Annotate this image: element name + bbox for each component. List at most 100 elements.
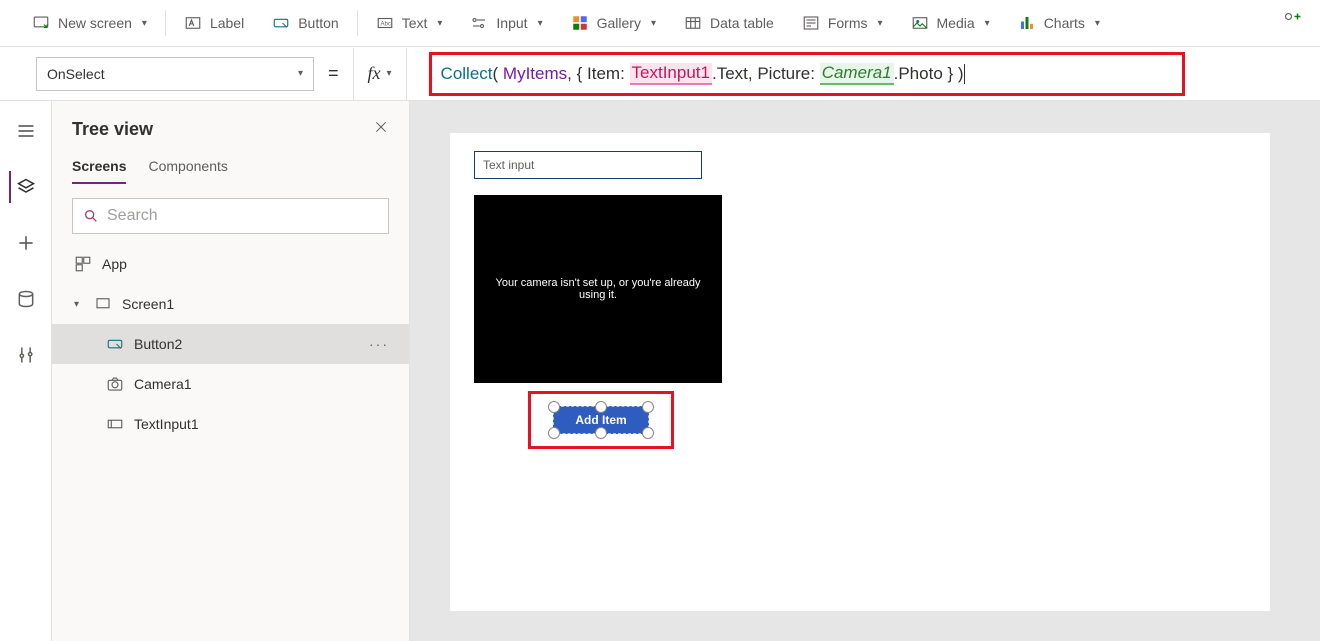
resize-handle[interactable] (548, 427, 560, 439)
resize-handle[interactable] (642, 427, 654, 439)
button-text: Button (298, 15, 338, 31)
gallery-button[interactable]: Gallery ▾ (557, 0, 670, 46)
app-icon (74, 255, 92, 273)
chevron-down-icon: ▾ (74, 299, 84, 310)
hamburger-button[interactable] (10, 115, 42, 147)
chevron-down-icon: ▾ (651, 18, 656, 29)
media-label: Media (937, 15, 975, 31)
canvas-area[interactable]: Text input Your camera isn't set up, or … (410, 101, 1320, 641)
forms-icon (802, 14, 820, 32)
new-screen-button[interactable]: New screen ▾ (18, 0, 161, 46)
text-button[interactable]: Abc Text ▾ (362, 0, 457, 46)
gallery-label: Gallery (597, 15, 641, 31)
tree-label: Screen1 (122, 296, 174, 312)
search-icon (83, 208, 99, 224)
button-button[interactable]: Button (258, 0, 352, 46)
camera-icon (106, 375, 124, 393)
tree-label: TextInput1 (134, 416, 199, 432)
property-name: OnSelect (47, 66, 105, 82)
tree-view-rail-button[interactable] (9, 171, 41, 203)
tools-icon (16, 345, 36, 365)
resize-handle[interactable] (642, 401, 654, 413)
fx-button[interactable]: fx ▾ (368, 63, 392, 84)
screen-icon (94, 295, 112, 313)
control-text-input[interactable]: Text input (474, 151, 702, 179)
svg-text:Abc: Abc (380, 21, 390, 27)
chevron-down-icon: ▾ (538, 18, 543, 29)
chevron-down-icon: ▾ (298, 68, 303, 79)
token-function: Collect (441, 64, 493, 84)
hamburger-icon (16, 121, 36, 141)
data-table-button[interactable]: Data table (670, 0, 788, 46)
equals-sign: = (328, 63, 339, 84)
data-rail-button[interactable] (10, 283, 42, 315)
tree-item-camera1[interactable]: Camera1 (52, 364, 409, 404)
resize-handle[interactable] (595, 427, 607, 439)
charts-label: Charts (1044, 15, 1085, 31)
tab-components[interactable]: Components (148, 158, 227, 184)
insert-rail-button[interactable] (10, 227, 42, 259)
button-icon (106, 335, 124, 353)
input-button[interactable]: Input ▾ (456, 0, 556, 46)
tree-view-title: Tree view (72, 119, 153, 140)
tree-label: Camera1 (134, 376, 192, 392)
tree-label: App (102, 256, 127, 272)
chevron-down-icon: ▾ (1095, 18, 1100, 29)
gallery-icon (571, 14, 589, 32)
control-button-selected[interactable]: Add Item (553, 406, 649, 434)
property-selector[interactable]: OnSelect ▾ (36, 57, 314, 91)
text-input-icon (106, 415, 124, 433)
label-button[interactable]: Label (170, 0, 258, 46)
new-screen-label: New screen (58, 15, 132, 31)
token-control-ref: Camera1 (820, 63, 894, 85)
token-collection: MyItems (503, 64, 567, 84)
close-icon (373, 119, 389, 135)
chevron-down-icon: ▾ (142, 18, 147, 29)
tree-search-input[interactable]: Search (72, 198, 389, 234)
text-cursor (964, 64, 965, 84)
charts-button[interactable]: Charts ▾ (1004, 0, 1114, 46)
button-label: Add Item (575, 413, 626, 427)
input-label: Input (496, 15, 527, 31)
text-icon: Abc (376, 14, 394, 32)
insert-toolbar: New screen ▾ Label Button Abc Text ▾ Inp… (0, 0, 1320, 47)
forms-button[interactable]: Forms ▾ (788, 0, 897, 46)
tree-view-panel: Tree view Screens Components Search App … (52, 101, 410, 641)
label-text: Label (210, 15, 244, 31)
resize-handle[interactable] (548, 401, 560, 413)
plus-icon (16, 233, 36, 253)
tree-item-screen1[interactable]: ▾ Screen1 (52, 284, 409, 324)
tab-screens[interactable]: Screens (72, 158, 126, 184)
forms-label: Forms (828, 15, 868, 31)
annotation-box: Add Item (528, 391, 674, 449)
separator (353, 48, 354, 100)
layers-icon (16, 177, 36, 197)
media-button[interactable]: Media ▾ (897, 0, 1004, 46)
button-icon (272, 14, 290, 32)
canvas-screen[interactable]: Text input Your camera isn't set up, or … (450, 133, 1270, 611)
main-body: Tree view Screens Components Search App … (0, 101, 1320, 641)
formula-input[interactable]: Collect( MyItems, { Item: TextInput1.Tex… (421, 48, 1302, 100)
left-rail (0, 101, 52, 641)
separator (406, 48, 407, 100)
plus-icon (1284, 12, 1302, 30)
more-options-button[interactable]: ··· (369, 336, 389, 352)
text-input-placeholder: Text input (483, 158, 534, 172)
chevron-down-icon: ▾ (985, 18, 990, 29)
media-icon (911, 14, 929, 32)
tree-item-button2[interactable]: Button2 ··· (52, 324, 409, 364)
data-table-label: Data table (710, 15, 774, 31)
resize-handle[interactable] (595, 401, 607, 413)
separator (357, 10, 358, 36)
control-camera[interactable]: Your camera isn't set up, or you're alre… (474, 195, 722, 383)
tree-item-app[interactable]: App (52, 244, 409, 284)
data-table-icon (684, 14, 702, 32)
formula-bar: OnSelect ▾ = fx ▾ Collect( MyItems, { It… (0, 47, 1320, 101)
add-more-button[interactable] (1284, 12, 1302, 35)
tree-tabs: Screens Components (72, 158, 389, 184)
label-icon (184, 14, 202, 32)
tree-item-textinput1[interactable]: TextInput1 (52, 404, 409, 444)
camera-message: Your camera isn't set up, or you're alre… (484, 277, 712, 301)
tools-rail-button[interactable] (10, 339, 42, 371)
close-panel-button[interactable] (373, 119, 389, 140)
